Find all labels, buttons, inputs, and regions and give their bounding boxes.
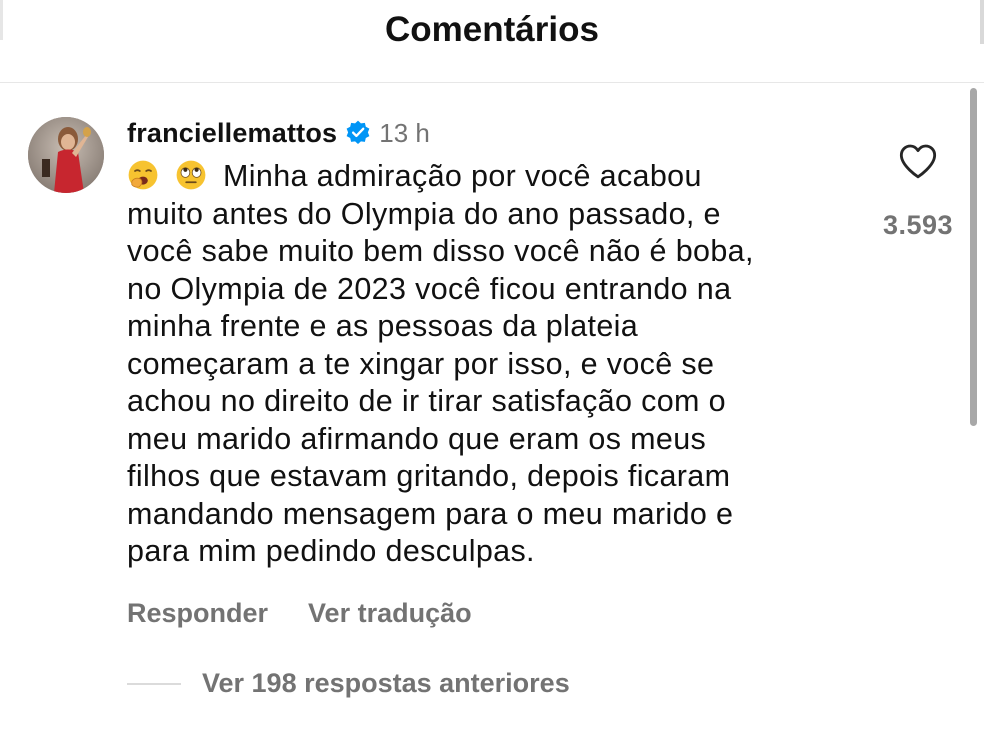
avatar-image (28, 117, 104, 193)
yawning-face-icon (128, 160, 158, 190)
comment: franciellemattos 13 h Minha admiração po… (127, 114, 847, 571)
scrollbar[interactable] (970, 88, 977, 426)
view-replies[interactable]: Ver 198 respostas anteriores (127, 668, 570, 699)
reply-button[interactable]: Responder (127, 598, 268, 629)
avatar[interactable] (28, 117, 104, 193)
comment-text: Minha admiração por você acabou muito an… (127, 159, 754, 568)
heart-icon[interactable] (898, 142, 938, 180)
timestamp: 13 h (379, 117, 430, 148)
comment-actions: Responder Ver tradução (127, 598, 472, 629)
like-area: 3.593 (880, 142, 956, 241)
comment-meta: franciellemattos 13 h (127, 114, 847, 152)
verified-badge-icon (346, 120, 370, 145)
view-replies-link[interactable]: Ver 198 respostas anteriores (202, 668, 570, 699)
comments-header: Comentários (0, 0, 984, 83)
translate-button[interactable]: Ver tradução (308, 598, 472, 629)
page-title: Comentários (385, 10, 599, 49)
username[interactable]: franciellemattos (127, 118, 337, 149)
replies-divider (127, 682, 181, 685)
comment-body: Minha admiração por você acabou muito an… (127, 158, 847, 571)
like-count: 3.593 (882, 210, 954, 240)
face-with-rolling-eyes-icon (176, 160, 206, 190)
